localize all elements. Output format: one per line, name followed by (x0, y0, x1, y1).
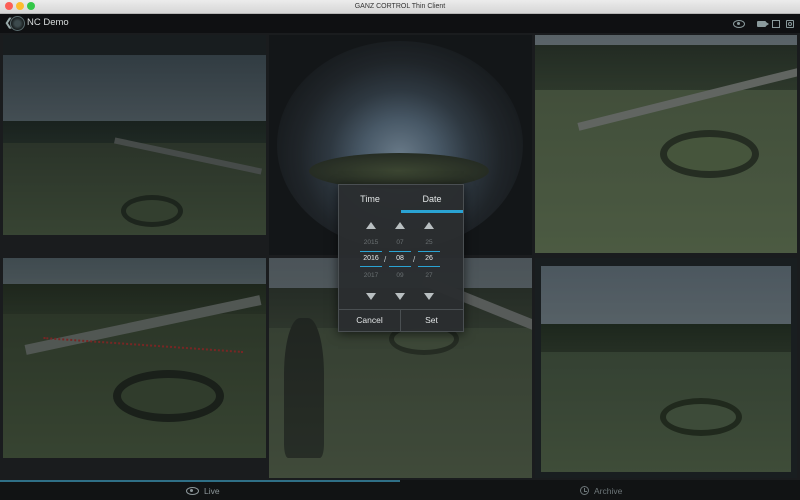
year-down-arrow-icon[interactable] (366, 293, 376, 300)
set-button[interactable]: Set (401, 310, 462, 331)
tab-date[interactable]: Date (401, 185, 463, 213)
day-spinner: 25 26 27 (418, 219, 440, 301)
logo-icon (10, 16, 25, 31)
camera-view-1[interactable] (3, 35, 266, 235)
day-up-arrow-icon[interactable] (424, 222, 434, 229)
picker-tabs: Time Date (339, 185, 463, 213)
active-mode-indicator (0, 480, 400, 482)
site-title: NC Demo (27, 17, 69, 28)
month-prev-value[interactable]: 07 (389, 239, 411, 246)
year-up-arrow-icon[interactable] (366, 222, 376, 229)
year-current-value[interactable]: 2016 (360, 255, 382, 262)
live-mode-button[interactable]: Live (186, 483, 220, 498)
tab-time[interactable]: Time (339, 185, 401, 213)
date-time-picker-dialog: Time Date 2015 2016 2017 / 07 08 09 / 25… (338, 184, 464, 332)
window-title-bar: GANZ CORTROL Thin Client (0, 0, 800, 14)
date-separator: / (413, 255, 416, 264)
day-next-value[interactable]: 27 (418, 272, 440, 279)
day-current-value[interactable]: 26 (418, 255, 440, 262)
layout-icon[interactable] (772, 19, 780, 28)
camera-view-6[interactable] (535, 258, 797, 478)
snapshot-icon[interactable] (786, 19, 794, 28)
camera-icon[interactable] (757, 20, 769, 27)
app-header: ❮ NC Demo (0, 14, 800, 33)
mode-bar: Live Archive (0, 480, 800, 500)
day-prev-value[interactable]: 25 (418, 239, 440, 246)
camera-view-3[interactable] (535, 35, 797, 253)
window-title: GANZ CORTROL Thin Client (354, 3, 446, 10)
cancel-button[interactable]: Cancel (339, 310, 401, 331)
month-current-value[interactable]: 08 (389, 255, 411, 262)
month-up-arrow-icon[interactable] (395, 222, 405, 229)
clock-icon (580, 486, 589, 495)
year-spinner: 2015 2016 2017 (360, 219, 382, 301)
picker-buttons: Cancel Set (339, 309, 463, 331)
header-tools (733, 17, 794, 30)
month-next-value[interactable]: 09 (389, 272, 411, 279)
day-down-arrow-icon[interactable] (424, 293, 434, 300)
month-spinner: 07 08 09 (389, 219, 411, 301)
live-label: Live (204, 485, 220, 496)
camera-view-4[interactable] (3, 258, 266, 458)
archive-label: Archive (594, 485, 623, 496)
year-next-value[interactable]: 2017 (360, 272, 382, 279)
active-tab-indicator (401, 210, 463, 213)
month-down-arrow-icon[interactable] (395, 293, 405, 300)
eye-icon[interactable] (733, 19, 745, 28)
date-separator: / (384, 255, 387, 264)
eye-icon (186, 486, 199, 495)
archive-mode-button[interactable]: Archive (580, 483, 622, 498)
year-prev-value[interactable]: 2015 (360, 239, 382, 246)
